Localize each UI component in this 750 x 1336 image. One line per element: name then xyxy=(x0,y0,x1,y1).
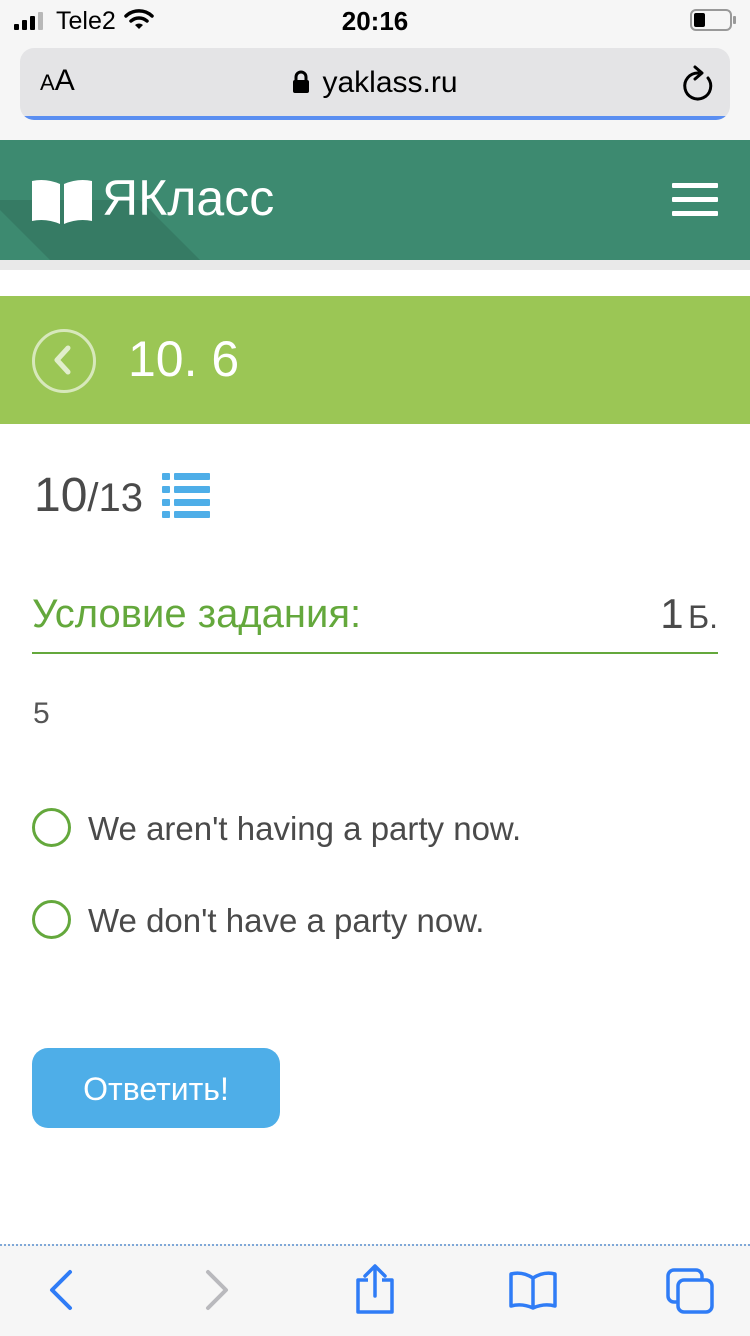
browser-address-area: AA yaklass.ru xyxy=(0,40,750,140)
page-load-progress xyxy=(20,116,730,120)
topic-title: 10. 6 xyxy=(128,331,240,387)
site-logo[interactable]: ЯКласс xyxy=(102,169,274,227)
header-divider xyxy=(0,260,750,270)
site-header: ЯКласс xyxy=(0,140,750,260)
radio-button[interactable] xyxy=(32,900,71,939)
exercise-counter: 10/13 xyxy=(34,468,143,523)
url-field[interactable]: yaklass.ru xyxy=(20,66,730,100)
points-badge: 1 Б. xyxy=(660,590,718,638)
answer-option[interactable]: We don't have a party now. xyxy=(32,900,718,944)
clock: 20:16 xyxy=(341,6,409,36)
exercise-list-icon[interactable] xyxy=(162,473,212,519)
reload-icon[interactable] xyxy=(680,64,716,104)
current-exercise: 10 xyxy=(34,469,88,522)
browser-toolbar xyxy=(0,1244,750,1336)
bookmarks-icon[interactable] xyxy=(508,1270,558,1310)
forward-arrow-icon[interactable] xyxy=(202,1268,232,1312)
question-text: 5 xyxy=(33,697,50,730)
option-label[interactable]: We don't have a party now. xyxy=(88,902,484,940)
hamburger-menu-icon[interactable] xyxy=(672,183,718,217)
task-condition-header: Условие задания: 1 Б. xyxy=(32,588,718,654)
lock-icon xyxy=(293,70,310,93)
share-icon[interactable] xyxy=(354,1264,396,1314)
battery-icon xyxy=(690,9,736,31)
option-label[interactable]: We aren't having a party now. xyxy=(88,810,521,848)
book-logo-icon xyxy=(32,180,92,224)
answer-option[interactable]: We aren't having a party now. xyxy=(32,808,718,852)
address-bar[interactable]: AA yaklass.ru xyxy=(20,48,730,120)
url-text: yaklass.ru xyxy=(322,66,458,99)
tabs-icon[interactable] xyxy=(664,1266,716,1316)
points-value: 1 xyxy=(660,590,684,637)
back-arrow-icon[interactable] xyxy=(46,1268,76,1312)
back-button[interactable] xyxy=(32,329,96,393)
submit-answer-button[interactable]: Ответить! xyxy=(32,1048,280,1128)
total-exercises: /13 xyxy=(87,476,143,520)
status-bar: Tele2 20:16 xyxy=(0,0,750,40)
chevron-left-icon xyxy=(54,345,71,375)
condition-label: Условие задания: xyxy=(32,592,362,636)
radio-button[interactable] xyxy=(32,808,71,847)
points-unit: Б. xyxy=(688,599,718,635)
topic-banner: 10. 6 xyxy=(0,296,750,424)
